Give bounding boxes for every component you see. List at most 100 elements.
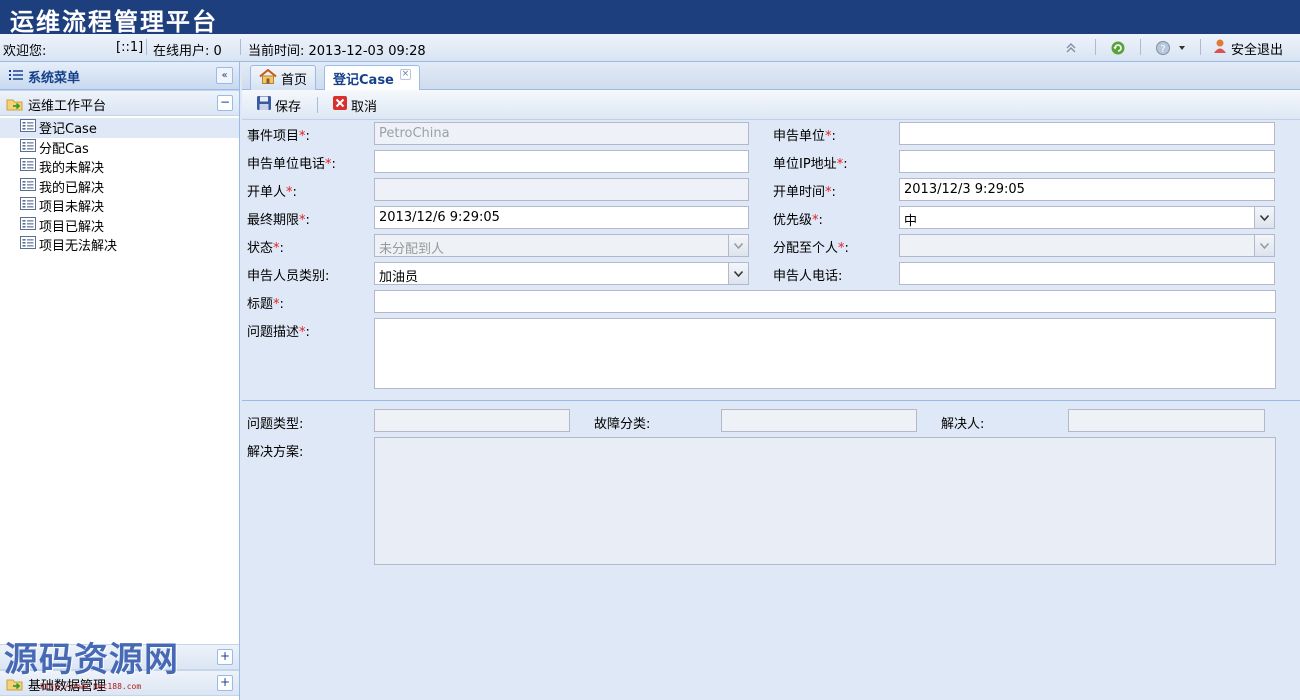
app-title: 运维流程管理平台 — [10, 7, 218, 36]
folder-arrow-icon — [6, 97, 24, 115]
tab-strip: 首页 登记Case × — [242, 62, 1300, 91]
watermark-url: http://www.net188.com — [40, 682, 142, 691]
label-solution: 解决方案: — [247, 445, 304, 460]
sidebar-header: 系统菜单 « — [0, 62, 239, 90]
label-unit-ip: 单位IP地址*: — [773, 157, 848, 172]
welcome-text: 欢迎您: — [3, 44, 47, 59]
section-divider — [242, 400, 1300, 401]
group-label: 运维工作平台 — [28, 99, 107, 114]
report-unit-field[interactable] — [899, 122, 1275, 145]
menu-item-label: 项目未解决 — [39, 200, 105, 216]
tab-register-case[interactable]: 登记Case × — [324, 65, 420, 91]
label-subject: 标题*: — [247, 297, 284, 312]
label-problem-type: 问题类型: — [247, 417, 304, 432]
sidebar-item-project-unsolvable[interactable]: 项目无法解决 — [0, 235, 239, 255]
collapse-sidebar-button[interactable]: « — [216, 67, 233, 84]
label-reporter-phone: 申告人电话: — [773, 269, 843, 284]
sidebar-item-register-case[interactable]: 登记Case — [0, 118, 239, 138]
label-report-unit-phone: 申告单位电话*: — [247, 157, 336, 172]
logout-button[interactable]: 安全退出 — [1212, 38, 1283, 58]
description-textarea[interactable] — [374, 318, 1276, 389]
subject-field[interactable] — [374, 290, 1276, 313]
online-users: 在线用户: 0 — [153, 44, 222, 59]
fault-class-field[interactable] — [721, 409, 917, 432]
label-assign-to: 分配至个人*: — [773, 241, 849, 256]
form-icon — [20, 119, 36, 136]
label-opener: 开单人*: — [247, 185, 297, 200]
home-icon — [259, 68, 277, 88]
current-time: 当前时间: 2013-12-03 09:28 — [248, 44, 426, 59]
menu-item-label: 项目已解决 — [39, 219, 105, 235]
priority-select[interactable]: 中 — [899, 206, 1275, 229]
event-project-field[interactable]: PetroChina — [374, 122, 749, 145]
opener-field[interactable] — [374, 178, 749, 201]
sidebar: 系统菜单 « 运维工作平台 − 登记Case 分配Cas 我的未解决 我的已解决… — [0, 62, 240, 700]
divider — [1095, 39, 1096, 55]
case-form: 事件项目*: PetroChina 申告单位*: 申告单位电话*: 单位IP地址… — [242, 120, 1300, 700]
label-state: 状态*: — [247, 241, 284, 256]
reporter-type-select[interactable]: 加油员 — [374, 262, 749, 285]
sidebar-item-assign-case[interactable]: 分配Cas — [0, 138, 239, 158]
expand-group-button[interactable]: + — [217, 649, 233, 665]
status-bar: 欢迎您: [::1] 在线用户: 0 当前时间: 2013-12-03 09:2… — [0, 34, 1300, 62]
sidebar-item-my-resolved[interactable]: 我的已解决 — [0, 177, 239, 197]
deadline-field[interactable]: 2013/12/6 9:29:05 — [374, 206, 749, 229]
label-event-project: 事件项目*: — [247, 129, 310, 144]
form-icon — [20, 236, 36, 253]
sidebar-title: 系统菜单 — [28, 71, 81, 86]
cancel-icon — [332, 95, 348, 115]
sidebar-item-my-unresolved[interactable]: 我的未解决 — [0, 157, 239, 177]
label-deadline: 最终期限*: — [247, 213, 310, 228]
chevron-down-icon[interactable] — [1254, 235, 1274, 256]
svg-text:?: ? — [1160, 44, 1165, 55]
chevron-down-icon[interactable] — [1254, 207, 1274, 228]
priority-value: 中 — [904, 214, 918, 229]
save-label: 保存 — [275, 99, 302, 115]
form-icon — [20, 216, 36, 234]
user-ip: [::1] — [116, 40, 144, 55]
form-icon — [20, 177, 36, 195]
state-select[interactable]: 未分配到人 — [374, 234, 749, 257]
menu-item-label: 我的未解决 — [39, 161, 105, 177]
unit-ip-field[interactable] — [899, 150, 1275, 173]
reporter-type-value: 加油员 — [379, 270, 419, 285]
chevron-down-icon[interactable] — [728, 235, 748, 256]
form-icon — [20, 138, 36, 156]
label-resolver: 解决人: — [941, 417, 985, 432]
collapse-group-button[interactable]: − — [217, 95, 233, 111]
sidebar-item-project-unresolved[interactable]: 项目未解决 — [0, 196, 239, 216]
report-unit-phone-field[interactable] — [374, 150, 749, 173]
form-icon — [20, 158, 36, 175]
divider — [317, 97, 318, 113]
sidebar-item-project-resolved[interactable]: 项目已解决 — [0, 216, 239, 236]
refresh-icon[interactable] — [1110, 39, 1126, 57]
assign-to-select[interactable] — [899, 234, 1275, 257]
save-button[interactable]: 保存 — [256, 95, 301, 115]
chevron-down-icon[interactable] — [728, 263, 748, 284]
logout-label: 安全退出 — [1231, 42, 1284, 58]
help-menu-icon[interactable]: ? — [1155, 39, 1185, 57]
label-reporter-type: 申告人员类别: — [247, 269, 330, 284]
resolver-field[interactable] — [1068, 409, 1265, 432]
problem-type-field[interactable] — [374, 409, 570, 432]
main-panel: 首页 登记Case × 保存 取消 事件项目*: PetroChina 申告单位… — [242, 62, 1300, 700]
label-open-time: 开单时间*: — [773, 185, 836, 200]
group-header-ops-platform[interactable]: 运维工作平台 − — [0, 90, 239, 116]
solution-textarea[interactable] — [374, 437, 1276, 565]
menu-item-label: 登记Case — [39, 122, 97, 138]
form-toolbar: 保存 取消 — [242, 90, 1300, 120]
menu-item-label: 我的已解决 — [39, 180, 105, 196]
cancel-button[interactable]: 取消 — [332, 95, 377, 115]
scroll-top-icon[interactable] — [1065, 39, 1077, 57]
label-fault-class: 故障分类: — [594, 417, 651, 432]
divider — [1140, 39, 1141, 55]
open-time-field[interactable]: 2013/12/3 9:29:05 — [899, 178, 1275, 201]
expand-group-button[interactable]: + — [217, 675, 233, 691]
tab-home[interactable]: 首页 — [250, 65, 317, 90]
close-icon[interactable]: × — [399, 69, 411, 80]
title-bar: 运维流程管理平台 — [0, 0, 1300, 36]
cancel-label: 取消 — [351, 99, 378, 115]
menu-list: 登记Case 分配Cas 我的未解决 我的已解决 项目未解决 项目已解决 项目无… — [0, 118, 239, 255]
reporter-phone-field[interactable] — [899, 262, 1275, 285]
label-report-unit: 申告单位*: — [773, 129, 836, 144]
